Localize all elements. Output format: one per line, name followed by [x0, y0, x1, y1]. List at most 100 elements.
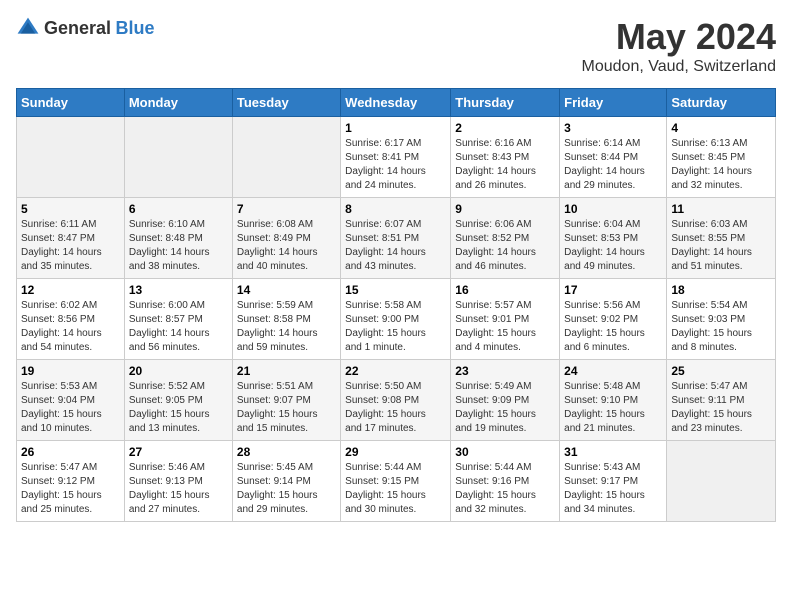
header: General Blue May 2024 Moudon, Vaud, Swit…	[16, 16, 776, 76]
day-number: 11	[671, 202, 771, 216]
calendar-cell: 17 Sunrise: 5:56 AM Sunset: 9:02 PM Dayli…	[560, 279, 667, 360]
calendar-week-row: 12 Sunrise: 6:02 AM Sunset: 8:56 PM Dayli…	[17, 279, 776, 360]
calendar-body: 1 Sunrise: 6:17 AM Sunset: 8:41 PM Daylig…	[17, 117, 776, 522]
calendar-cell: 3Sunrise: 6:14 AM Sunset: 8:44 PM Daylig…	[560, 117, 667, 198]
day-number: 15	[345, 283, 446, 297]
day-number: 2	[455, 121, 555, 135]
calendar-cell: 11 Sunrise: 6:03 AM Sunset: 8:55 PM Dayli…	[667, 198, 776, 279]
day-info: Sunrise: 5:57 AM Sunset: 9:01 PM Dayligh…	[455, 299, 555, 355]
calendar-cell: 28 Sunrise: 5:45 AM Sunset: 9:14 PM Dayli…	[232, 441, 340, 522]
day-number: 5	[21, 202, 120, 216]
day-number: 17	[564, 283, 662, 297]
day-number: 6	[129, 202, 228, 216]
calendar-cell: 23 Sunrise: 5:49 AM Sunset: 9:09 PM Dayli…	[451, 360, 560, 441]
calendar-cell: 2Sunrise: 6:16 AM Sunset: 8:43 PM Daylig…	[451, 117, 560, 198]
calendar-cell	[667, 441, 776, 522]
weekday-header: Wednesday	[341, 89, 451, 117]
calendar-week-row: 26Sunrise: 5:47 AM Sunset: 9:12 PM Dayli…	[17, 441, 776, 522]
calendar-cell: 1 Sunrise: 6:17 AM Sunset: 8:41 PM Daylig…	[341, 117, 451, 198]
month-title: May 2024	[582, 16, 776, 58]
day-info: Sunrise: 5:45 AM Sunset: 9:14 PM Dayligh…	[237, 461, 336, 517]
day-number: 19	[21, 364, 120, 378]
weekday-header: Thursday	[451, 89, 560, 117]
calendar-cell: 24Sunrise: 5:48 AM Sunset: 9:10 PM Dayli…	[560, 360, 667, 441]
day-info: Sunrise: 5:53 AM Sunset: 9:04 PM Dayligh…	[21, 380, 120, 436]
day-number: 29	[345, 445, 446, 459]
weekday-header: Sunday	[17, 89, 125, 117]
day-number: 12	[21, 283, 120, 297]
day-info: Sunrise: 6:10 AM Sunset: 8:48 PM Dayligh…	[129, 218, 228, 274]
calendar-cell: 22Sunrise: 5:50 AM Sunset: 9:08 PM Dayli…	[341, 360, 451, 441]
day-number: 28	[237, 445, 336, 459]
day-number: 21	[237, 364, 336, 378]
calendar-cell: 4 Sunrise: 6:13 AM Sunset: 8:45 PM Daylig…	[667, 117, 776, 198]
day-number: 3	[564, 121, 662, 135]
calendar-cell: 20 Sunrise: 5:52 AM Sunset: 9:05 PM Dayli…	[124, 360, 232, 441]
day-info: Sunrise: 6:06 AM Sunset: 8:52 PM Dayligh…	[455, 218, 555, 274]
day-number: 31	[564, 445, 662, 459]
day-info: Sunrise: 6:02 AM Sunset: 8:56 PM Dayligh…	[21, 299, 120, 355]
calendar-cell: 31 Sunrise: 5:43 AM Sunset: 9:17 PM Dayli…	[560, 441, 667, 522]
calendar-cell: 29 Sunrise: 5:44 AM Sunset: 9:15 PM Dayli…	[341, 441, 451, 522]
calendar-cell	[232, 117, 340, 198]
day-number: 23	[455, 364, 555, 378]
calendar-cell: 19 Sunrise: 5:53 AM Sunset: 9:04 PM Dayli…	[17, 360, 125, 441]
day-info: Sunrise: 5:54 AM Sunset: 9:03 PM Dayligh…	[671, 299, 771, 355]
weekday-header: Tuesday	[232, 89, 340, 117]
day-number: 8	[345, 202, 446, 216]
calendar-cell: 14 Sunrise: 5:59 AM Sunset: 8:58 PM Dayli…	[232, 279, 340, 360]
day-info: Sunrise: 5:44 AM Sunset: 9:15 PM Dayligh…	[345, 461, 446, 517]
weekday-row: SundayMondayTuesdayWednesdayThursdayFrid…	[17, 89, 776, 117]
day-info: Sunrise: 6:13 AM Sunset: 8:45 PM Dayligh…	[671, 137, 771, 193]
location-title: Moudon, Vaud, Switzerland	[582, 58, 776, 76]
day-number: 16	[455, 283, 555, 297]
calendar-header: SundayMondayTuesdayWednesdayThursdayFrid…	[17, 89, 776, 117]
day-number: 24	[564, 364, 662, 378]
calendar-cell: 18 Sunrise: 5:54 AM Sunset: 9:03 PM Dayli…	[667, 279, 776, 360]
day-number: 10	[564, 202, 662, 216]
logo-blue: Blue	[116, 18, 155, 38]
calendar-cell: 9 Sunrise: 6:06 AM Sunset: 8:52 PM Daylig…	[451, 198, 560, 279]
day-number: 1	[345, 121, 446, 135]
day-info: Sunrise: 5:43 AM Sunset: 9:17 PM Dayligh…	[564, 461, 662, 517]
day-info: Sunrise: 6:00 AM Sunset: 8:57 PM Dayligh…	[129, 299, 228, 355]
day-number: 27	[129, 445, 228, 459]
day-info: Sunrise: 5:46 AM Sunset: 9:13 PM Dayligh…	[129, 461, 228, 517]
day-info: Sunrise: 6:11 AM Sunset: 8:47 PM Dayligh…	[21, 218, 120, 274]
weekday-header: Friday	[560, 89, 667, 117]
day-number: 4	[671, 121, 771, 135]
day-info: Sunrise: 5:56 AM Sunset: 9:02 PM Dayligh…	[564, 299, 662, 355]
day-number: 18	[671, 283, 771, 297]
logo-general: General	[44, 18, 111, 38]
day-info: Sunrise: 5:47 AM Sunset: 9:12 PM Dayligh…	[21, 461, 120, 517]
calendar-cell: 25Sunrise: 5:47 AM Sunset: 9:11 PM Dayli…	[667, 360, 776, 441]
calendar-cell: 15Sunrise: 5:58 AM Sunset: 9:00 PM Dayli…	[341, 279, 451, 360]
day-info: Sunrise: 5:51 AM Sunset: 9:07 PM Dayligh…	[237, 380, 336, 436]
title-area: May 2024 Moudon, Vaud, Switzerland	[582, 16, 776, 76]
calendar-cell	[124, 117, 232, 198]
day-number: 7	[237, 202, 336, 216]
calendar-week-row: 1 Sunrise: 6:17 AM Sunset: 8:41 PM Daylig…	[17, 117, 776, 198]
day-info: Sunrise: 6:04 AM Sunset: 8:53 PM Dayligh…	[564, 218, 662, 274]
calendar-cell: 16 Sunrise: 5:57 AM Sunset: 9:01 PM Dayli…	[451, 279, 560, 360]
day-number: 9	[455, 202, 555, 216]
day-info: Sunrise: 5:50 AM Sunset: 9:08 PM Dayligh…	[345, 380, 446, 436]
logo-text: General Blue	[44, 18, 155, 39]
calendar-cell: 21 Sunrise: 5:51 AM Sunset: 9:07 PM Dayli…	[232, 360, 340, 441]
calendar-cell: 7Sunrise: 6:08 AM Sunset: 8:49 PM Daylig…	[232, 198, 340, 279]
calendar-week-row: 19 Sunrise: 5:53 AM Sunset: 9:04 PM Dayli…	[17, 360, 776, 441]
day-number: 20	[129, 364, 228, 378]
calendar-cell	[17, 117, 125, 198]
calendar-cell: 26Sunrise: 5:47 AM Sunset: 9:12 PM Dayli…	[17, 441, 125, 522]
day-info: Sunrise: 5:49 AM Sunset: 9:09 PM Dayligh…	[455, 380, 555, 436]
day-number: 14	[237, 283, 336, 297]
calendar-cell: 6 Sunrise: 6:10 AM Sunset: 8:48 PM Daylig…	[124, 198, 232, 279]
calendar-cell: 27 Sunrise: 5:46 AM Sunset: 9:13 PM Dayli…	[124, 441, 232, 522]
day-info: Sunrise: 6:03 AM Sunset: 8:55 PM Dayligh…	[671, 218, 771, 274]
day-info: Sunrise: 5:44 AM Sunset: 9:16 PM Dayligh…	[455, 461, 555, 517]
logo-icon	[16, 16, 40, 40]
day-info: Sunrise: 6:17 AM Sunset: 8:41 PM Dayligh…	[345, 137, 446, 193]
day-info: Sunrise: 5:52 AM Sunset: 9:05 PM Dayligh…	[129, 380, 228, 436]
day-info: Sunrise: 5:59 AM Sunset: 8:58 PM Dayligh…	[237, 299, 336, 355]
calendar-cell: 12 Sunrise: 6:02 AM Sunset: 8:56 PM Dayli…	[17, 279, 125, 360]
